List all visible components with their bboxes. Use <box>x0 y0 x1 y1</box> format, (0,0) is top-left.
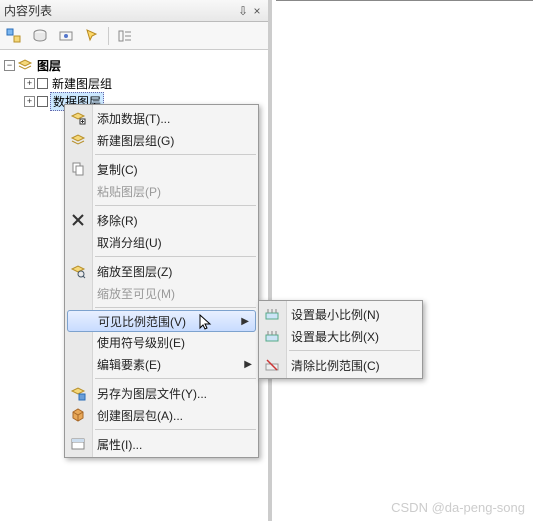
menu-separator <box>95 205 256 206</box>
scale-min-icon <box>263 305 281 323</box>
new-group-icon <box>69 131 87 149</box>
tree-label: 新建图层组 <box>50 75 114 92</box>
menu-label: 使用符号级别(E) <box>97 334 185 351</box>
list-by-selection-icon[interactable] <box>82 26 102 46</box>
list-by-source-icon[interactable] <box>30 26 50 46</box>
menu-label: 移除(R) <box>97 212 138 229</box>
context-menu: 添加数据(T)... 新建图层组(G) 复制(C) 粘贴图层(P) 移除(R) … <box>64 104 259 458</box>
panel-header: 内容列表 ⇩ × <box>0 0 268 22</box>
pin-icon[interactable]: ⇩ <box>236 4 250 18</box>
layers-icon <box>17 58 33 72</box>
save-layer-icon <box>69 384 87 402</box>
checkbox[interactable] <box>37 78 48 89</box>
copy-icon <box>69 160 87 178</box>
menu-label: 缩放至可见(M) <box>97 285 175 302</box>
menu-new-group[interactable]: 新建图层组(G) <box>65 129 258 151</box>
properties-icon <box>69 435 87 453</box>
menu-create-package[interactable]: 创建图层包(A)... <box>65 404 258 426</box>
close-icon[interactable]: × <box>250 4 264 18</box>
menu-visible-scale[interactable]: 可见比例范围(V) ▶ <box>67 310 256 332</box>
map-canvas[interactable] <box>276 0 533 521</box>
menu-ungroup[interactable]: 取消分组(U) <box>65 231 258 253</box>
menu-label: 设置最小比例(N) <box>291 306 380 323</box>
menu-zoom-layer[interactable]: 缩放至图层(Z) <box>65 260 258 282</box>
submenu-set-min[interactable]: 设置最小比例(N) <box>259 303 422 325</box>
menu-label: 属性(I)... <box>97 436 142 453</box>
submenu-visible-scale: 设置最小比例(N) 设置最大比例(X) 清除比例范围(C) <box>258 300 423 379</box>
menu-separator <box>95 429 256 430</box>
list-by-drawing-icon[interactable] <box>4 26 24 46</box>
expand-icon[interactable]: + <box>24 96 35 107</box>
submenu-arrow-icon: ▶ <box>244 359 252 370</box>
options-icon[interactable] <box>115 26 135 46</box>
scale-max-icon <box>263 327 281 345</box>
submenu-clear[interactable]: 清除比例范围(C) <box>259 354 422 376</box>
menu-label: 创建图层包(A)... <box>97 407 183 424</box>
menu-remove[interactable]: 移除(R) <box>65 209 258 231</box>
zoom-layer-icon <box>69 262 87 280</box>
menu-zoom-visible: 缩放至可见(M) <box>65 282 258 304</box>
menu-label: 新建图层组(G) <box>97 132 174 149</box>
menu-symbol-levels[interactable]: 使用符号级别(E) <box>65 331 258 353</box>
tree-label: 图层 <box>35 57 63 74</box>
menu-separator <box>95 378 256 379</box>
expand-icon[interactable]: + <box>24 78 35 89</box>
menu-save-as-layer[interactable]: 另存为图层文件(Y)... <box>65 382 258 404</box>
package-icon <box>69 406 87 424</box>
add-data-icon <box>69 109 87 127</box>
menu-properties[interactable]: 属性(I)... <box>65 433 258 455</box>
checkbox[interactable] <box>37 96 48 107</box>
panel-title: 内容列表 <box>4 2 236 19</box>
menu-label: 添加数据(T)... <box>97 110 170 127</box>
submenu-arrow-icon: ▶ <box>241 316 249 327</box>
menu-label: 粘贴图层(P) <box>97 183 161 200</box>
toc-toolbar <box>0 22 268 50</box>
menu-copy[interactable]: 复制(C) <box>65 158 258 180</box>
menu-paste: 粘贴图层(P) <box>65 180 258 202</box>
menu-label: 可见比例范围(V) <box>98 313 186 330</box>
tree-root[interactable]: − 图层 <box>4 56 264 74</box>
menu-label: 另存为图层文件(Y)... <box>97 385 207 402</box>
watermark: CSDN @da-peng-song <box>391 500 525 515</box>
remove-icon <box>69 211 87 229</box>
submenu-set-max[interactable]: 设置最大比例(X) <box>259 325 422 347</box>
collapse-icon[interactable]: − <box>4 60 15 71</box>
list-by-visibility-icon[interactable] <box>56 26 76 46</box>
menu-label: 缩放至图层(Z) <box>97 263 172 280</box>
menu-separator <box>95 256 256 257</box>
tree-group[interactable]: + 新建图层组 <box>4 74 264 92</box>
menu-separator <box>95 154 256 155</box>
menu-label: 复制(C) <box>97 161 138 178</box>
menu-separator <box>95 307 256 308</box>
menu-label: 清除比例范围(C) <box>291 357 380 374</box>
menu-separator <box>289 350 420 351</box>
menu-label: 编辑要素(E) <box>97 356 161 373</box>
menu-label: 取消分组(U) <box>97 234 162 251</box>
scale-clear-icon <box>263 356 281 374</box>
menu-edit-features[interactable]: 编辑要素(E) ▶ <box>65 353 258 375</box>
menu-label: 设置最大比例(X) <box>291 328 379 345</box>
menu-add-data[interactable]: 添加数据(T)... <box>65 107 258 129</box>
toolbar-separator <box>108 27 109 45</box>
